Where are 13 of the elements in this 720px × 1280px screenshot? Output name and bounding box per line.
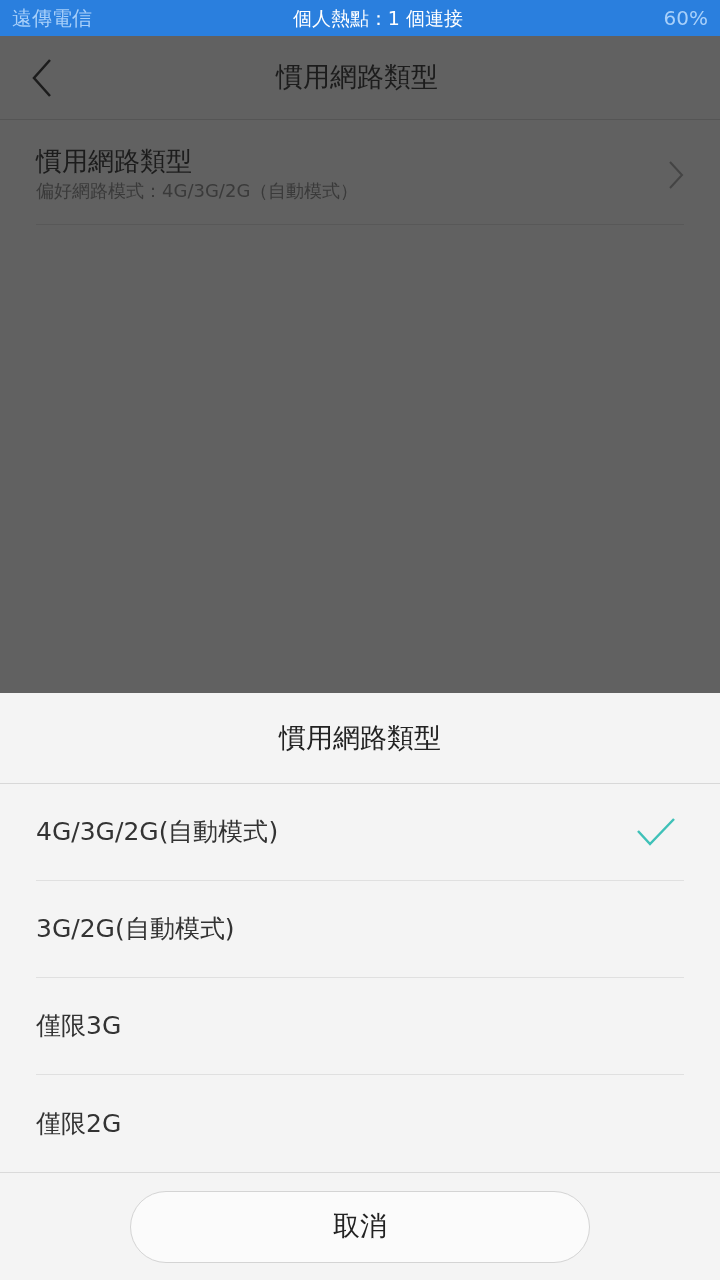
- carrier-name: 遠傳電信: [12, 5, 92, 32]
- chevron-icon: [668, 160, 684, 191]
- page-title: 慣用網路類型: [274, 60, 439, 95]
- option-item[interactable]: 僅限3G: [36, 978, 684, 1075]
- cancel-button[interactable]: 取消: [130, 1190, 590, 1263]
- battery-level: 60%: [663, 5, 708, 32]
- option-item[interactable]: 3G/2G(自動模式): [36, 881, 684, 978]
- sheet-title: 慣用網路類型: [0, 693, 720, 784]
- option-item[interactable]: 4G/3G/2G(自動模式): [36, 784, 684, 881]
- item-title: 慣用網路類型: [36, 146, 193, 178]
- option-item[interactable]: 僅限2G: [36, 1075, 684, 1172]
- back-button[interactable]: [30, 57, 54, 98]
- hotspot-notice: 個人熱點：1 個連接: [291, 5, 464, 31]
